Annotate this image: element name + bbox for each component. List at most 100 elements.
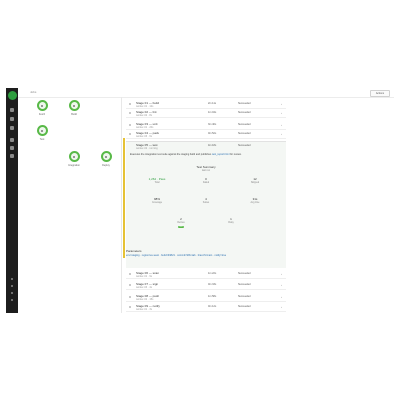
detail-subtitle: worker-02 · running [136, 146, 158, 150]
dot-icon[interactable] [11, 299, 13, 301]
stat-label: Coverage [152, 202, 162, 204]
table-row[interactable]: Stage 06 — scan worker-01 · 9s 1m 22s Su… [126, 270, 286, 279]
table-row[interactable]: Stage 04 — pack worker-03 · 6s 0m 52s Su… [126, 130, 286, 139]
status-dot-icon [129, 295, 131, 298]
row-duration: 3m 40s [208, 123, 217, 126]
graph-node[interactable]: Integration [66, 151, 82, 175]
status-dot-icon [129, 283, 131, 286]
node-label: Integration [68, 164, 80, 167]
parameters-text[interactable]: env=staging · region=eu-west · build=#48… [126, 254, 276, 258]
description-tail: for review. [230, 153, 242, 156]
status-ring-icon [68, 100, 80, 111]
node-label: Fetch [38, 113, 46, 116]
row-status: Succeeded [238, 132, 251, 135]
row-status: Succeeded [238, 111, 251, 114]
table-row[interactable]: Stage 07 — sign worker-03 · 4s 0m 33s Su… [126, 281, 286, 290]
row-duration: 1m 58s [208, 295, 217, 298]
detail-duration: 4m 18s [208, 143, 217, 147]
stat-item: 2 Retries OK [164, 217, 198, 228]
chevron-right-icon[interactable]: › [281, 283, 282, 287]
table-row[interactable]: Stage 01 — build worker-01 · 12s 2m 11s … [126, 100, 286, 109]
stat-label: Retries [177, 222, 185, 224]
stat-item: 4 Suites [189, 197, 223, 204]
row-subtitle: worker-02 · 8s [136, 113, 152, 117]
parameters-title: Parameters [126, 249, 142, 253]
table-row[interactable]: Stage 09 — notify worker-01 · 3s 0m 12s … [126, 303, 286, 312]
alert-icon[interactable] [10, 154, 14, 158]
status-ring-icon [36, 100, 48, 111]
row-status: Succeeded [238, 123, 251, 126]
user-icon[interactable] [10, 117, 14, 121]
chevron-right-icon[interactable]: › [281, 123, 282, 127]
stat-label: Skipped [250, 182, 260, 184]
report-link[interactable]: test_report.html [212, 153, 229, 156]
status-ring-icon [100, 151, 112, 162]
stat-value: 0 [205, 177, 207, 181]
status-dot-icon [129, 111, 131, 114]
sidebar [6, 88, 18, 313]
settings-icon[interactable] [10, 126, 14, 130]
stat-label: Avg time [250, 202, 260, 204]
node-label: Deploy [102, 164, 110, 167]
status-ring-icon [68, 151, 80, 162]
row-status: Succeeded [238, 295, 251, 298]
row-duration: 0m 52s [208, 132, 217, 135]
stat-item: 0 Failed [189, 177, 223, 184]
graph-node[interactable]: Fetch [34, 100, 50, 124]
status-badge: OK [177, 226, 185, 228]
row-status: Succeeded [238, 305, 251, 308]
panel-divider[interactable] [121, 97, 122, 313]
table-row[interactable]: Stage 02 — lint worker-02 · 8s 1m 04s Su… [126, 109, 286, 118]
status-dot-icon [129, 123, 131, 126]
stat-value: 1 [230, 217, 232, 221]
chevron-right-icon[interactable]: › [281, 305, 282, 309]
branch-icon[interactable] [10, 138, 14, 142]
expanded-row-detail: Stage 05 — test worker-02 · running 4m 1… [126, 141, 286, 249]
stat-item: 31s Avg time [238, 197, 272, 204]
stat-value: 98% [153, 197, 160, 201]
row-status: Succeeded [238, 272, 251, 275]
dot-icon[interactable] [11, 292, 13, 294]
stat-item: 12 Skipped [238, 177, 272, 184]
list-icon[interactable] [10, 146, 14, 150]
graph-node[interactable]: Test [34, 125, 50, 149]
detail-status: Succeeded [238, 143, 251, 147]
status-dot-icon [129, 272, 131, 275]
node-label: Build [71, 113, 77, 116]
node-label: Test [39, 138, 45, 141]
row-status: Succeeded [238, 283, 251, 286]
row-duration: 2m 11s [208, 102, 217, 105]
dot-icon[interactable] [11, 278, 13, 280]
table-row[interactable]: Stage 03 — unit worker-01 · 20s 3m 40s S… [126, 121, 286, 130]
grid-icon[interactable] [10, 108, 14, 112]
status-dot-icon [129, 305, 131, 308]
chevron-right-icon[interactable]: › [281, 132, 282, 136]
row-subtitle: worker-03 · 6s [136, 134, 152, 138]
section-subtitle: last run [201, 169, 211, 172]
selection-accent [123, 138, 125, 258]
stat-value: 12 [253, 177, 257, 181]
chevron-right-icon[interactable]: › [281, 102, 282, 106]
stat-item: 1 Flaky [214, 217, 248, 224]
stat-value: 1,264 · Pass [148, 177, 166, 181]
chevron-right-icon[interactable]: › [281, 295, 282, 299]
actions-button[interactable]: Actions [370, 89, 390, 97]
graph-node[interactable]: Deploy [98, 151, 114, 175]
table-row[interactable]: Stage 08 — push worker-02 · 15s 1m 58s S… [126, 293, 286, 302]
row-duration: 1m 04s [208, 111, 217, 114]
dot-icon[interactable] [11, 285, 13, 287]
stat-item: 98% Coverage [140, 197, 174, 204]
row-subtitle: worker-01 · 20s [136, 125, 154, 129]
pipeline-graph: Fetch Build Test Integration Deploy [18, 97, 121, 313]
row-duration: 0m 12s [208, 305, 217, 308]
chevron-right-icon[interactable]: › [281, 111, 282, 115]
app-logo[interactable] [7, 91, 17, 100]
graph-node[interactable]: Build [66, 100, 82, 124]
chevron-right-icon[interactable]: › [281, 272, 282, 276]
breadcrumb[interactable]: Jobs [30, 90, 36, 94]
stat-label: Flaky [228, 222, 234, 224]
stat-value: 4 [205, 197, 207, 201]
detail-description: Executes the integration test suite agai… [130, 153, 280, 157]
parameters-section: Parameters env=staging · region=eu-west … [126, 248, 286, 268]
row-subtitle: worker-01 · 12s [136, 104, 154, 108]
